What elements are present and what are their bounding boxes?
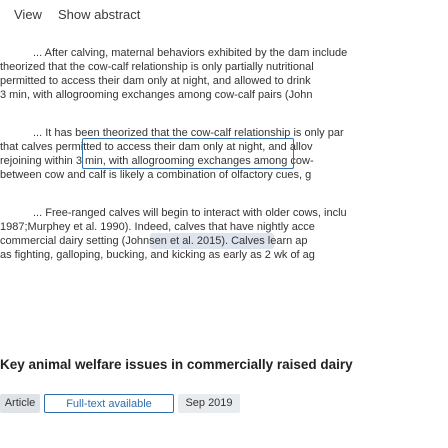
excerpt-line: between cow and calf is likely a combina… bbox=[0, 169, 312, 181]
excerpt-line: commercial dairy setting (Johnsen et al.… bbox=[0, 235, 308, 247]
excerpt-line: ... After calving, maternal behaviors ex… bbox=[33, 47, 348, 59]
excerpt-line: ... Free-ranged calves will begin to int… bbox=[33, 207, 347, 219]
excerpt-line: permitted to access their dam only at ni… bbox=[0, 75, 311, 87]
show-abstract-link[interactable]: Show abstract bbox=[58, 7, 140, 22]
excerpt-line: theorized that the cow-calf relationship… bbox=[0, 61, 314, 73]
top-bar: View Show abstract bbox=[0, 0, 448, 34]
excerpt-line: 3 min, with allogrooming exchanges among… bbox=[0, 89, 313, 101]
result-title[interactable]: Key animal welfare issues in commerciall… bbox=[0, 357, 353, 372]
fulltext-badge[interactable]: Full-text available bbox=[44, 394, 174, 413]
excerpt-line: as fighting, galloping, bucking, and kic… bbox=[0, 249, 315, 261]
type-badge: Article bbox=[0, 394, 40, 413]
excerpt-line: 1987;Murphey et al. 1990). Indeed, calve… bbox=[0, 221, 315, 233]
citation-highlight-box[interactable] bbox=[82, 138, 294, 169]
view-link[interactable]: View bbox=[14, 7, 42, 22]
date-badge: Sep 2019 bbox=[178, 394, 240, 413]
